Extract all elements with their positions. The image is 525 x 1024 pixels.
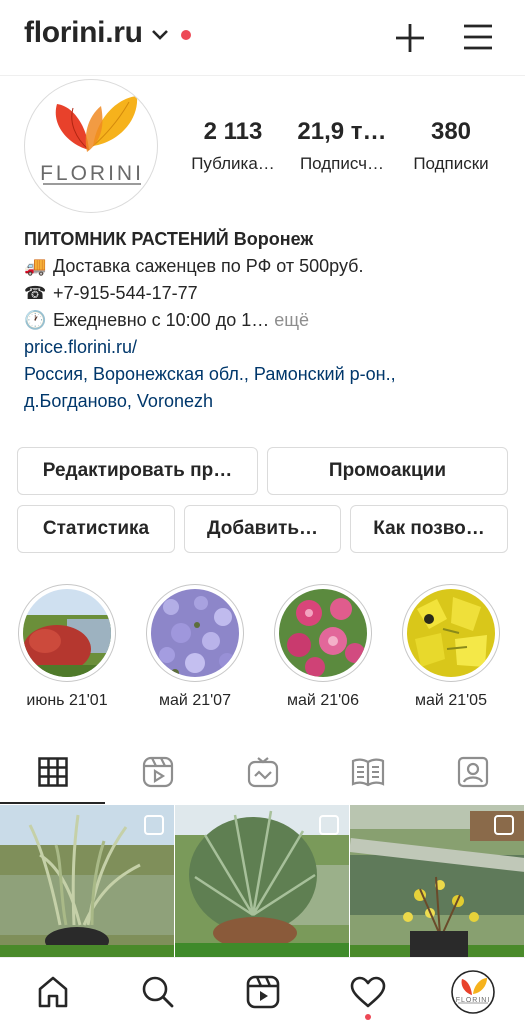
following-stat[interactable]: 380 Подписки — [398, 118, 504, 174]
highlight-image — [407, 589, 495, 677]
notification-dot — [180, 30, 191, 40]
multiple-photos-icon — [144, 815, 164, 835]
highlight-label: июнь 21'01 — [26, 692, 108, 709]
highlight-label: май 21'05 — [415, 692, 487, 709]
multiple-photos-icon — [319, 815, 339, 835]
multiple-photos-icon — [494, 815, 514, 835]
highlight-item[interactable]: июнь 21'01 — [17, 584, 117, 710]
top-bar: florini.ru — [0, 0, 525, 76]
highlight-ring — [274, 584, 372, 682]
reels-icon — [246, 975, 279, 1008]
followers-label: Подписч… — [299, 154, 385, 173]
location-line-1[interactable]: Россия, Воронежская обл., Рамонский р-он… — [24, 361, 504, 388]
profile-avatar[interactable]: FLORINI — [24, 79, 158, 213]
svg-text:FLORINI: FLORINI — [455, 997, 490, 1004]
account-name: florini.ru — [24, 16, 143, 49]
add-button[interactable]: Добавить… — [184, 505, 341, 553]
truck-icon: 🚚 — [24, 256, 47, 276]
tab-guides[interactable] — [315, 740, 420, 804]
nav-reels[interactable] — [210, 958, 315, 1024]
bio-line-hours: 🕐 Ежедневно с 10:00 до 1… ещё — [24, 307, 504, 334]
tab-igtv[interactable] — [210, 740, 315, 804]
edit-profile-button[interactable]: Редактировать пр… — [17, 447, 258, 495]
highlight-label: май 21'07 — [159, 692, 231, 709]
guides-icon — [351, 758, 384, 787]
highlight-label: май 21'06 — [287, 692, 359, 709]
how-button[interactable]: Как позво… — [350, 505, 508, 553]
highlight-image — [151, 589, 239, 677]
posts-label: Публика… — [191, 154, 275, 173]
telephone-icon: ☎ — [24, 283, 47, 303]
website-link[interactable]: price.florini.ru/ — [24, 334, 504, 361]
reels-icon — [142, 756, 173, 788]
profile-bio: ПИТОМНИК РАСТЕНИЙ Воронеж 🚚 Доставка саж… — [24, 226, 504, 415]
highlight-item[interactable]: май 21'07 — [145, 584, 245, 710]
followers-count: 21,9 т… — [297, 118, 387, 145]
highlight-image — [23, 589, 111, 677]
highlight-ring — [402, 584, 500, 682]
home-icon — [38, 976, 67, 1007]
bottom-navigation: FLORINI — [0, 957, 525, 1024]
highlight-item[interactable]: май 21'05 — [401, 584, 501, 710]
active-tab-indicator — [0, 802, 105, 804]
following-count: 380 — [430, 118, 472, 145]
tab-reels[interactable] — [105, 740, 210, 804]
posts-stat[interactable]: 2 113 Публика… — [180, 118, 286, 174]
igtv-icon — [247, 757, 278, 788]
nav-profile[interactable]: FLORINI — [420, 958, 525, 1024]
followers-stat[interactable]: 21,9 т… Подписч… — [289, 118, 395, 174]
following-label: Подписки — [413, 154, 489, 173]
tagged-icon — [457, 756, 488, 788]
grid-post[interactable] — [350, 805, 524, 957]
nav-home[interactable] — [0, 958, 105, 1024]
florini-logo: FLORINI — [40, 96, 144, 185]
grid-post[interactable] — [0, 805, 174, 957]
more-link[interactable]: ещё — [274, 310, 309, 330]
plus-icon[interactable] — [392, 20, 428, 56]
highlight-item[interactable]: май 21'06 — [273, 584, 373, 710]
profile-avatar-icon: FLORINI — [450, 969, 495, 1014]
highlight-image — [279, 589, 367, 677]
promotions-button[interactable]: Промоакции — [267, 447, 508, 495]
clock-icon: 🕐 — [24, 310, 47, 330]
tab-tagged[interactable] — [420, 740, 525, 804]
grid-post[interactable] — [175, 805, 349, 957]
bio-line-delivery: 🚚 Доставка саженцев по РФ от 500руб. — [24, 253, 504, 280]
account-switcher[interactable]: florini.ru — [24, 16, 191, 50]
bio-line-phone: ☎ +7-915-544-17-77 — [24, 280, 504, 307]
tab-posts-grid[interactable] — [0, 740, 105, 804]
highlight-ring — [18, 584, 116, 682]
search-icon — [142, 976, 173, 1007]
profile-tabs — [0, 740, 525, 804]
logo-text: FLORINI — [40, 162, 144, 185]
insights-button[interactable]: Статистика — [17, 505, 175, 553]
posts-grid — [0, 805, 525, 957]
heart-icon — [350, 976, 385, 1007]
highlight-ring — [146, 584, 244, 682]
hamburger-menu-icon[interactable] — [462, 22, 494, 52]
posts-count: 2 113 — [203, 118, 263, 145]
nav-search[interactable] — [105, 958, 210, 1024]
profile-name: ПИТОМНИК РАСТЕНИЙ Воронеж — [24, 229, 314, 249]
chevron-down-icon — [151, 30, 168, 40]
grid-icon — [37, 757, 68, 787]
activity-notification-dot — [365, 1014, 371, 1020]
location-line-2[interactable]: д.Богданово, Voronezh — [24, 388, 504, 415]
